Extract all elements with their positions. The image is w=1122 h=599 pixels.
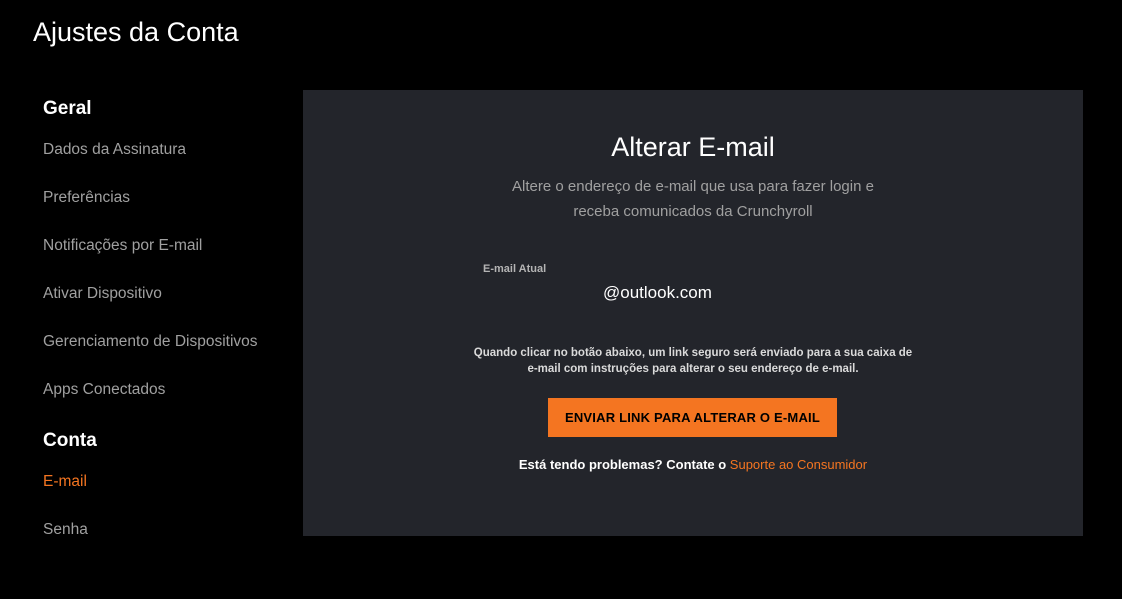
help-text: Está tendo problemas? Contate o: [518, 457, 730, 472]
customer-support-link[interactable]: Suporte ao Consumidor: [730, 457, 867, 472]
panel-title: Alterar E-mail: [611, 132, 775, 162]
panel-subtitle: Altere o endereço de e-mail que usa para…: [512, 178, 874, 220]
current-email-label: E-mail Atual: [483, 263, 547, 275]
sidebar-item-preferencias[interactable]: Preferências: [43, 174, 293, 222]
sidebar-heading-geral: Geral: [43, 98, 92, 119]
sidebar-item-notificacoes-por-email[interactable]: Notificações por E-mail: [43, 222, 293, 270]
sidebar-item-dados-da-assinatura[interactable]: Dados da Assinatura: [43, 126, 293, 174]
sidebar-item-apps-conectados[interactable]: Apps Conectados: [43, 366, 293, 414]
sidebar-heading-conta: Conta: [43, 430, 97, 451]
change-email-panel: Alterar E-mail Altere o endereço de e-ma…: [303, 90, 1083, 536]
send-change-email-link-button[interactable]: ENVIAR LINK PARA ALTERAR O E-MAIL: [548, 398, 837, 437]
sidebar-section-conta: Conta E-mail Senha: [43, 424, 293, 554]
sidebar-section-geral: Geral Dados da Assinatura Preferências N…: [43, 92, 293, 414]
current-email-value: @outlook.com: [603, 283, 712, 302]
help-line: Está tendo problemas? Contate o Suporte …: [303, 457, 1083, 472]
sidebar-list-geral: Dados da Assinatura Preferências Notific…: [43, 126, 293, 414]
settings-sidebar: Geral Dados da Assinatura Preferências N…: [43, 92, 293, 554]
sidebar-item-senha[interactable]: Senha: [43, 506, 293, 554]
sidebar-item-gerenciamento-de-dispositivos[interactable]: Gerenciamento de Dispositivos: [43, 318, 293, 366]
sidebar-item-ativar-dispositivo[interactable]: Ativar Dispositivo: [43, 270, 293, 318]
sidebar-list-conta: E-mail Senha: [43, 458, 293, 554]
sidebar-item-email[interactable]: E-mail: [43, 458, 293, 506]
send-link-notice: Quando clicar no botão abaixo, um link s…: [473, 347, 913, 375]
page-title: Ajustes da Conta: [33, 17, 239, 47]
